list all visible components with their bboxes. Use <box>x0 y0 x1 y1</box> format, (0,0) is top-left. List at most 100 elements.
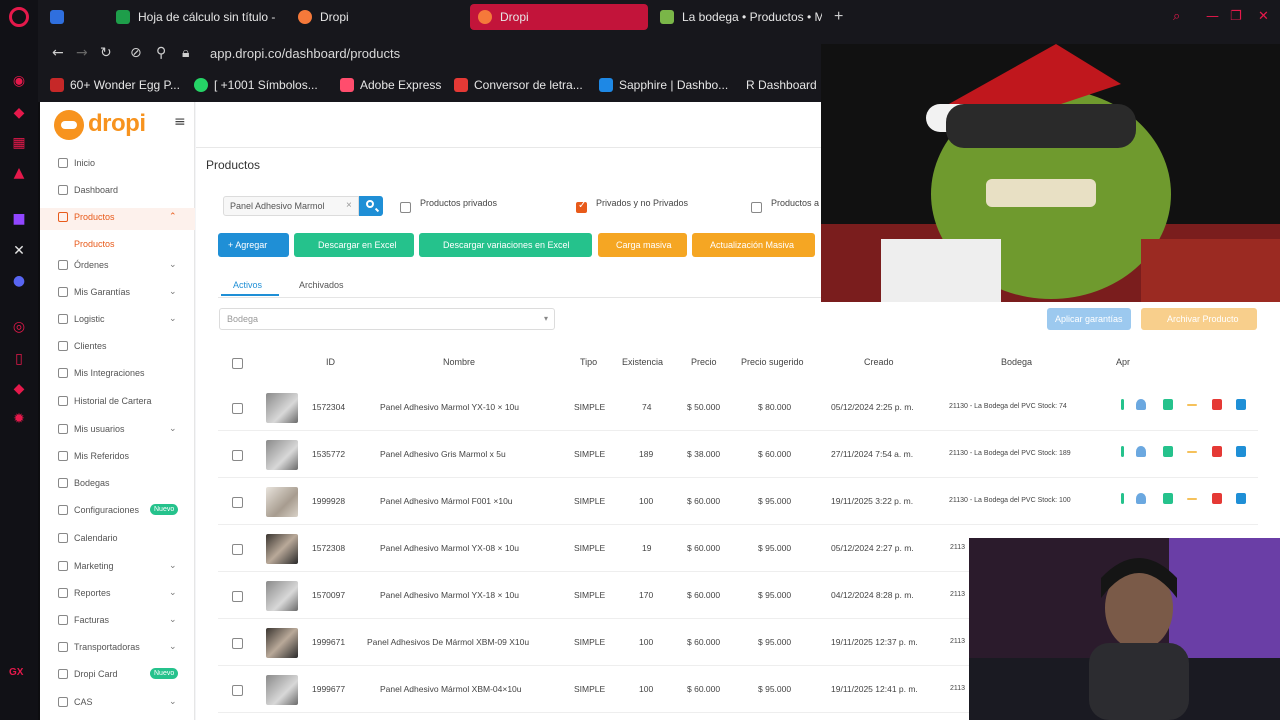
row-checkbox[interactable] <box>232 450 243 461</box>
reload-icon[interactable]: ↻ <box>100 45 112 61</box>
sidebar-item-6[interactable]: Clientes <box>40 337 195 359</box>
table-row[interactable]: 1572304 Panel Adhesivo Marmol YX-10 × 10u… <box>218 384 1258 431</box>
cell-nombre[interactable]: Panel Adhesivo Mármol XBM-04×10u <box>380 684 522 694</box>
product-thumbnail[interactable] <box>266 440 298 470</box>
flow-icon[interactable]: ◆ <box>10 104 28 122</box>
sidebar-item-10[interactable]: Mis Referidos <box>40 447 195 469</box>
tab-la-bodega[interactable]: La bodega • Productos • M <box>652 4 822 30</box>
tab-archivados[interactable]: Archivados <box>299 280 344 290</box>
cube-icon[interactable]: ◆ <box>10 380 28 398</box>
cart-icon[interactable] <box>1163 493 1173 504</box>
sidebar-subitem-productos[interactable]: Productos <box>74 239 115 249</box>
download-excel-button[interactable]: Descargar en Excel <box>294 233 414 257</box>
bookmark-conversor[interactable]: Conversor de letra... <box>454 78 583 92</box>
row-checkbox[interactable] <box>232 638 243 649</box>
hamburger-menu-icon[interactable]: ≡ <box>174 114 186 130</box>
sidebar-item-15[interactable]: Reportes ⌄ <box>40 584 195 606</box>
cell-nombre[interactable]: Panel Adhesivos De Mármol XBM-09 X10u <box>367 637 529 647</box>
close-window-icon[interactable]: ✕ <box>1258 9 1269 24</box>
sidebar-item-12[interactable]: Configuraciones Nuevo <box>40 501 195 523</box>
search-button[interactable] <box>359 196 383 216</box>
document-icon[interactable] <box>1236 399 1246 410</box>
assign-user-icon[interactable] <box>1136 446 1146 457</box>
sidebar-item-9[interactable]: Mis usuarios ⌄ <box>40 420 195 442</box>
products-other-checkbox[interactable] <box>751 202 762 213</box>
gaming-icon[interactable]: ▦ <box>10 134 28 152</box>
discord-icon[interactable]: ● <box>10 272 28 290</box>
cell-nombre[interactable]: Panel Adhesivo Marmol YX-08 × 10u <box>380 543 519 553</box>
tab-spreadsheet[interactable]: Hoja de cálculo sin título - <box>108 4 288 30</box>
private-products-checkbox[interactable] <box>400 202 411 213</box>
speed-dial-icon[interactable]: ◉ <box>10 72 28 90</box>
twitch-icon[interactable]: ■ <box>10 210 28 228</box>
bulk-update-button[interactable]: Actualización Masiva <box>692 233 815 257</box>
archive-product-button[interactable]: Archivar Producto <box>1141 308 1257 330</box>
sidebar-item-13[interactable]: Calendario <box>40 529 195 551</box>
sidebar-item-8[interactable]: Historial de Cartera <box>40 392 195 414</box>
chart-icon[interactable] <box>1187 498 1197 500</box>
delete-icon[interactable] <box>1212 446 1222 457</box>
cell-nombre[interactable]: Panel Adhesivo Marmol YX-18 × 10u <box>380 590 519 600</box>
sidebar-item-1[interactable]: Dashboard <box>40 181 195 203</box>
sidebar-item-0[interactable]: Inicio <box>40 154 195 176</box>
sidebar-item-19[interactable]: CAS ⌄ <box>40 693 195 715</box>
row-checkbox[interactable] <box>232 497 243 508</box>
product-thumbnail[interactable] <box>266 675 298 705</box>
row-checkbox[interactable] <box>232 685 243 696</box>
document-icon[interactable] <box>1236 446 1246 457</box>
sidebar-item-11[interactable]: Bodegas <box>40 474 195 496</box>
table-row[interactable]: 1999928 Panel Adhesivo Mármol F001 ×10u SI… <box>218 478 1258 525</box>
row-checkbox[interactable] <box>232 591 243 602</box>
maximize-icon[interactable]: ❐ <box>1230 9 1242 24</box>
delete-icon[interactable] <box>1212 493 1222 504</box>
sidebar-item-14[interactable]: Marketing ⌄ <box>40 557 195 579</box>
back-arrow-icon[interactable]: ← <box>52 45 64 61</box>
search-icon[interactable]: ⌕ <box>1173 9 1180 24</box>
x-twitter-icon[interactable]: ✕ <box>10 242 28 260</box>
sidebar-item-2[interactable]: Productos ⌃ <box>40 208 195 230</box>
url-field[interactable]: app.dropi.co/dashboard/products <box>210 46 400 61</box>
cell-nombre[interactable]: Panel Adhesivo Gris Marmol x 5u <box>380 449 506 459</box>
product-thumbnail[interactable] <box>266 393 298 423</box>
sidebar-item-16[interactable]: Facturas ⌄ <box>40 611 195 633</box>
opera-logo-icon[interactable] <box>9 7 29 27</box>
table-row[interactable]: 1535772 Panel Adhesivo Gris Marmol x 5u SI… <box>218 431 1258 478</box>
sidebar-item-3[interactable]: Órdenes ⌄ <box>40 256 195 278</box>
chart-icon[interactable] <box>1187 404 1197 406</box>
select-all-checkbox[interactable] <box>232 358 243 369</box>
chart-icon[interactable] <box>1187 451 1197 453</box>
product-thumbnail[interactable] <box>266 487 298 517</box>
music-icon[interactable]: ◎ <box>10 318 28 336</box>
row-checkbox[interactable] <box>232 403 243 414</box>
row-checkbox[interactable] <box>232 544 243 555</box>
sidebar-item-5[interactable]: Logistic ⌄ <box>40 310 195 332</box>
assign-user-icon[interactable] <box>1136 399 1146 410</box>
private-and-public-checkbox[interactable] <box>576 200 587 213</box>
bookmark-sapphire[interactable]: Sapphire | Dashbo... <box>599 78 728 92</box>
document-icon[interactable] <box>1236 493 1246 504</box>
product-thumbnail[interactable] <box>266 628 298 658</box>
delete-icon[interactable] <box>1212 399 1222 410</box>
sidebar-item-18[interactable]: Dropi Card Nuevo <box>40 665 195 687</box>
tab-dropi-1[interactable]: Dropi <box>290 4 450 30</box>
sidebar-item-7[interactable]: Mis Integraciones <box>40 364 195 386</box>
bookmark-simbolos[interactable]: [ +1001 Símbolos... <box>194 78 318 92</box>
apply-warranties-button[interactable]: Aplicar garantías <box>1047 308 1131 330</box>
tab-dashboard-app[interactable] <box>42 4 114 30</box>
settings-icon[interactable]: ✹ <box>10 410 28 428</box>
cell-nombre[interactable]: Panel Adhesivo Mármol F001 ×10u <box>380 496 513 506</box>
vpn-icon[interactable]: ⊘ <box>130 45 142 61</box>
new-tab-plus-icon[interactable]: + <box>834 8 843 26</box>
cell-nombre[interactable]: Panel Adhesivo Marmol YX-10 × 10u <box>380 402 519 412</box>
download-variations-button[interactable]: Descargar variaciones en Excel <box>419 233 592 257</box>
notes-icon[interactable]: ▯ <box>10 350 28 368</box>
bag-icon[interactable]: ▲ <box>10 164 28 182</box>
cart-icon[interactable] <box>1163 446 1173 457</box>
search-input[interactable]: Panel Adhesivo Marmol × <box>223 196 359 216</box>
tab-dropi-active[interactable]: Dropi <box>470 4 648 30</box>
warehouse-select[interactable]: Bodega ▾ <box>219 308 555 330</box>
bookmark-adobe-express[interactable]: Adobe Express <box>340 78 441 92</box>
bulk-upload-button[interactable]: Carga masiva <box>598 233 687 257</box>
clear-search-icon[interactable]: × <box>346 200 352 211</box>
product-thumbnail[interactable] <box>266 581 298 611</box>
